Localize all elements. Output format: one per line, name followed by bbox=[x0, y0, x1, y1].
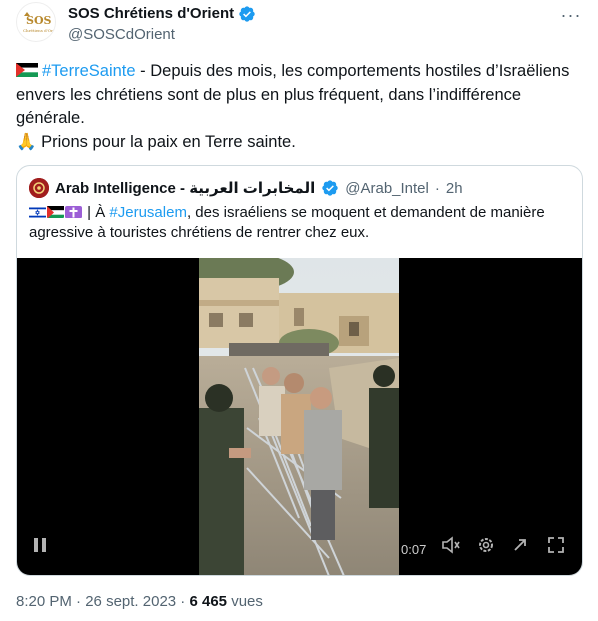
footer-separator-1: · bbox=[71, 593, 86, 610]
video-player[interactable]: 0:07 bbox=[17, 258, 582, 575]
israel-flag-icon bbox=[29, 205, 46, 218]
quoted-author-avatar[interactable] bbox=[29, 178, 49, 198]
author-avatar[interactable]: SOS Chrétiens d'Orient bbox=[16, 2, 56, 42]
tweet-paragraph-1: #TerreSainte - Depuis des mois, les comp… bbox=[16, 60, 582, 131]
tweet-header: SOS Chrétiens d'Orient SOS Chrétiens d'O… bbox=[16, 2, 582, 48]
quoted-author-handle[interactable]: @Arab_Intel bbox=[345, 180, 429, 197]
video-still-image bbox=[199, 258, 399, 575]
quoted-text-prefix: | À bbox=[83, 204, 110, 221]
hashtag-link[interactable]: #TerreSainte bbox=[42, 62, 136, 80]
video-timecode: 0:07 bbox=[401, 542, 427, 557]
view-label: vues bbox=[227, 593, 263, 610]
video-frame bbox=[199, 258, 399, 575]
palestine-flag-icon bbox=[16, 61, 38, 77]
author-display-name-text[interactable]: SOS Chrétiens d'Orient bbox=[68, 4, 234, 24]
latin-cross-icon bbox=[65, 205, 82, 218]
arab-intel-logo-icon bbox=[29, 178, 49, 198]
svg-text:Chrétiens d'Orient: Chrétiens d'Orient bbox=[23, 28, 54, 33]
author-handle[interactable]: @SOSCdOrient bbox=[68, 25, 256, 45]
volume-icon[interactable] bbox=[441, 536, 461, 557]
tweet-footer: 8:20 PM · 26 sept. 2023 · 6 465 vues bbox=[16, 592, 263, 612]
quoted-verified-badge-icon bbox=[322, 180, 338, 196]
tweet-paragraph-2: 🙏 Prions pour la paix en Terre sainte. bbox=[16, 131, 582, 155]
tweet-time[interactable]: 8:20 PM bbox=[16, 593, 72, 610]
quoted-separator: · bbox=[434, 179, 440, 197]
author-display-name[interactable]: SOS Chrétiens d'Orient bbox=[68, 4, 256, 24]
tweet-text-line2: Prions pour la paix en Terre sainte. bbox=[36, 132, 296, 151]
quoted-tweet[interactable]: Arab Intelligence - المخابرات العربية @A… bbox=[16, 165, 583, 576]
more-options-icon[interactable]: ··· bbox=[560, 4, 582, 26]
sos-logo-icon: SOS Chrétiens d'Orient bbox=[18, 4, 54, 40]
fullscreen-icon[interactable] bbox=[547, 536, 565, 557]
settings-gear-icon[interactable] bbox=[477, 536, 495, 557]
quoted-tweet-text: | À #Jerusalem, des israéliens se moquen… bbox=[29, 203, 569, 243]
quoted-hashtag-link[interactable]: #Jerusalem bbox=[109, 204, 187, 221]
quoted-author-name[interactable]: Arab Intelligence - المخابرات العربية bbox=[55, 179, 315, 197]
view-count: 6 465 bbox=[189, 593, 228, 610]
praying-hands-icon: 🙏 bbox=[16, 132, 37, 151]
tweet-body: #TerreSainte - Depuis des mois, les comp… bbox=[16, 60, 582, 154]
popout-icon[interactable] bbox=[511, 536, 529, 557]
quoted-timestamp[interactable]: 2h bbox=[446, 180, 463, 197]
tweet-date[interactable]: 26 sept. 2023 bbox=[85, 593, 176, 610]
palestine-flag-small-icon bbox=[47, 205, 64, 218]
quoted-tweet-header: Arab Intelligence - المخابرات العربية @A… bbox=[29, 178, 463, 198]
verified-badge-icon bbox=[239, 6, 255, 22]
footer-separator-2: · bbox=[176, 593, 190, 610]
author-name-block: SOS Chrétiens d'Orient @SOSCdOrient bbox=[68, 4, 256, 45]
play-pause-icon[interactable] bbox=[31, 536, 49, 557]
